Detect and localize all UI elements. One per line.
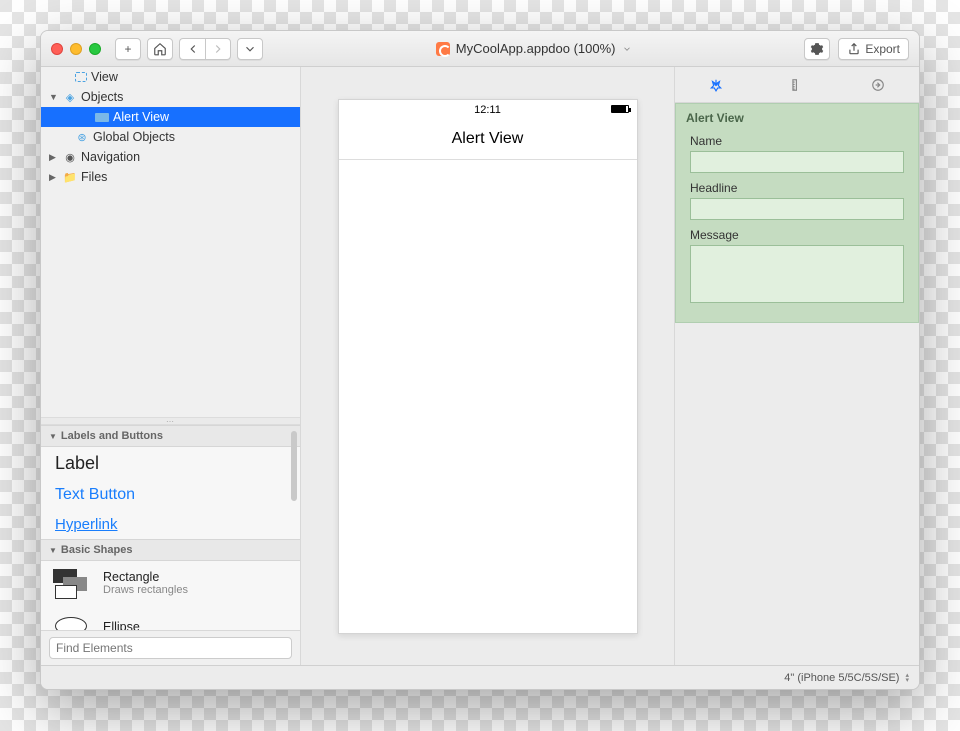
- headline-label: Headline: [690, 181, 904, 195]
- status-bar: 4" (iPhone 5/5C/5S/SE) ▴▾: [41, 665, 919, 689]
- device-preview[interactable]: 12:11 Alert View: [338, 99, 638, 634]
- dropdown-button[interactable]: [237, 38, 263, 60]
- chevron-right-icon: [211, 42, 225, 56]
- palette-item-label[interactable]: Label: [41, 447, 300, 480]
- device-time: 12:11: [474, 104, 501, 116]
- add-button[interactable]: +: [115, 38, 141, 60]
- arrow-right-circle-icon: [871, 78, 885, 92]
- palette-item-rectangle[interactable]: Rectangle Draws rectangles: [41, 561, 300, 605]
- battery-icon: [611, 105, 629, 113]
- cube-icon: ◈: [63, 90, 77, 104]
- element-palette[interactable]: ▼Labels and Buttons Label Text Button Hy…: [41, 425, 300, 630]
- navbar-title: Alert View: [452, 130, 524, 148]
- tree-label: Navigation: [81, 150, 140, 164]
- tree-item-alert-view[interactable]: Alert View: [41, 107, 300, 127]
- tree-label: Alert View: [113, 110, 169, 124]
- share-icon: [847, 42, 861, 56]
- forward-button[interactable]: [205, 38, 231, 60]
- nav-segment: [179, 38, 231, 60]
- device-stepper[interactable]: ▴▾: [905, 673, 909, 683]
- ellipse-icon: [51, 611, 93, 630]
- tree-label: Global Objects: [93, 130, 175, 144]
- tab-actions[interactable]: [868, 75, 888, 95]
- tab-size[interactable]: [787, 75, 807, 95]
- rectangle-icon: [51, 567, 93, 599]
- sidebar-splitter[interactable]: [41, 417, 300, 425]
- tree-label: Files: [81, 170, 107, 184]
- tree-item-navigation[interactable]: ▶ ◉ Navigation: [41, 147, 300, 167]
- headline-input[interactable]: [690, 198, 904, 220]
- shape-subtitle: Draws rectangles: [103, 584, 188, 596]
- outline-tree[interactable]: View ▼ ◈ Objects Alert View ⊛ Global Obj…: [41, 67, 300, 417]
- traffic-lights: [51, 43, 101, 55]
- palette-item-hyperlink[interactable]: Hyperlink: [41, 510, 300, 539]
- device-selector-label[interactable]: 4" (iPhone 5/5C/5S/SE): [784, 672, 899, 684]
- palette-header-labels[interactable]: ▼Labels and Buttons: [41, 425, 300, 447]
- zoom-window-button[interactable]: [89, 43, 101, 55]
- find-elements-container: [41, 630, 300, 665]
- chevron-left-icon: [186, 42, 200, 56]
- canvas-area[interactable]: 12:11 Alert View: [301, 67, 674, 665]
- gear-icon: [810, 42, 824, 56]
- globe-icon: ⊛: [75, 130, 89, 144]
- inspector-panel-title: Alert View: [676, 104, 918, 132]
- ruler-icon: [790, 78, 804, 92]
- app-icon: [436, 42, 450, 56]
- message-textarea[interactable]: [690, 245, 904, 303]
- home-button[interactable]: [147, 38, 173, 60]
- device-statusbar: 12:11: [339, 100, 637, 120]
- app-window: + MyCoolApp.appdoo (100%) Ex: [40, 30, 920, 690]
- tree-label: View: [91, 70, 118, 84]
- window-title: MyCoolApp.appdoo (100%): [269, 41, 798, 56]
- minimize-window-button[interactable]: [70, 43, 82, 55]
- find-elements-input[interactable]: [49, 637, 292, 659]
- tree-label: Objects: [81, 90, 123, 104]
- tree-item-view[interactable]: View: [41, 67, 300, 87]
- export-label: Export: [865, 42, 900, 56]
- left-sidebar: View ▼ ◈ Objects Alert View ⊛ Global Obj…: [41, 67, 301, 665]
- name-label: Name: [690, 134, 904, 148]
- content-area: View ▼ ◈ Objects Alert View ⊛ Global Obj…: [41, 67, 919, 665]
- title-dropdown-icon[interactable]: [622, 44, 632, 54]
- view-icon: [75, 72, 87, 82]
- name-input[interactable]: [690, 151, 904, 173]
- folder-icon: 📁: [63, 170, 77, 184]
- tree-item-global-objects[interactable]: ⊛ Global Objects: [41, 127, 300, 147]
- right-inspector: Alert View Name Headline Message: [674, 67, 919, 665]
- palette-item-ellipse[interactable]: Ellipse: [41, 605, 300, 630]
- palette-item-textbutton[interactable]: Text Button: [41, 480, 300, 510]
- export-button[interactable]: Export: [838, 38, 909, 60]
- titlebar-right: Export: [804, 38, 909, 60]
- settings-button[interactable]: [804, 38, 830, 60]
- close-window-button[interactable]: [51, 43, 63, 55]
- tree-item-files[interactable]: ▶ 📁 Files: [41, 167, 300, 187]
- alert-icon: [95, 113, 109, 122]
- tree-item-objects[interactable]: ▼ ◈ Objects: [41, 87, 300, 107]
- device-navbar: Alert View: [339, 120, 637, 160]
- back-button[interactable]: [179, 38, 205, 60]
- titlebar: + MyCoolApp.appdoo (100%) Ex: [41, 31, 919, 67]
- nav-icon: ◉: [63, 150, 77, 164]
- shape-title: Ellipse: [103, 620, 140, 630]
- home-icon: [153, 42, 167, 56]
- tab-attributes[interactable]: [706, 75, 726, 95]
- inspector-tabs: [675, 67, 919, 103]
- shape-title: Rectangle: [103, 570, 188, 584]
- chevron-down-icon: [243, 42, 257, 56]
- message-label: Message: [690, 228, 904, 242]
- window-title-text: MyCoolApp.appdoo (100%): [456, 41, 616, 56]
- inspector-panel: Alert View Name Headline Message: [675, 103, 919, 323]
- tag-icon: [709, 78, 723, 92]
- palette-scrollbar[interactable]: [291, 431, 297, 501]
- palette-header-shapes[interactable]: ▼Basic Shapes: [41, 539, 300, 561]
